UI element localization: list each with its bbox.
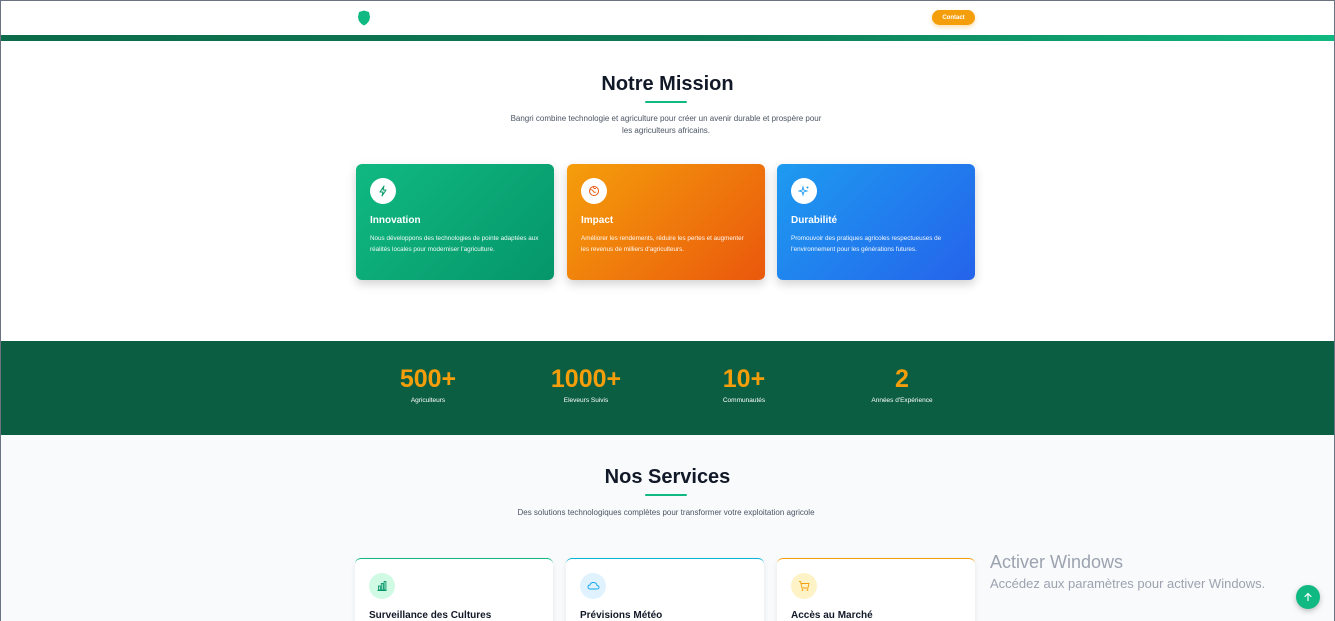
mission-subtitle: Bangri combine technologie et agricultur… [510,114,822,135]
card-text: Nous développons des technologies de poi… [370,235,539,253]
mission-title-underline [645,101,687,103]
stat-value: 1000+ [550,365,622,393]
windows-activation-watermark: Activer Windows Accédez aux paramètres p… [990,551,1265,593]
card-title: Durabilité [791,215,838,226]
card-text: Améliorer les rendements, réduire les pe… [581,235,744,253]
cart-icon [791,573,817,599]
bolt-icon [370,178,396,204]
shield-logo-icon[interactable] [357,10,371,26]
service-card-surveillance[interactable]: Surveillance des Cultures [355,558,553,621]
services-subtitle: Des solutions technologiques complètes p… [517,508,815,517]
services-title: Nos Services [604,466,731,488]
service-card-meteo[interactable]: Prévisions Météo [566,558,764,621]
service-title: Accès au Marché [791,610,873,621]
mission-card-durabilite: Durabilité Promouvoir des pratiques agri… [777,164,975,280]
stat-experience: 2 Années d'Expérience [822,365,982,404]
services-title-underline [645,494,687,496]
header-accent-bar [0,35,1335,41]
card-title: Innovation [370,215,421,226]
arrow-up-icon [1304,592,1312,602]
card-title: Impact [581,215,614,226]
stat-communautes: 10+ Communautés [664,365,824,404]
stat-value: 2 [895,365,909,393]
scroll-to-top-button[interactable] [1296,585,1320,609]
stat-label: Eleveurs Suivis [563,397,609,404]
bar-chart-icon [369,573,395,599]
service-title: Prévisions Météo [580,610,663,621]
mission-card-innovation: Innovation Nous développons des technolo… [356,164,554,280]
service-card-marche[interactable]: Accès au Marché [777,558,975,621]
watermark-title: Activer Windows [990,552,1124,572]
stat-eleveurs: 1000+ Eleveurs Suivis [506,365,666,404]
sparkle-icon [791,178,817,204]
contact-button[interactable]: Contact [932,10,975,25]
cloud-icon [580,573,606,599]
card-text: Promouvoir des pratiques agricoles respe… [791,235,942,253]
mission-title: Notre Mission [601,73,734,95]
mission-card-impact: Impact Améliorer les rendements, réduire… [567,164,765,280]
stat-value: 10+ [722,365,766,393]
stat-agriculteurs: 500+ Agriculteurs [348,365,508,404]
stat-value: 500+ [399,365,457,393]
watermark-subtitle: Accédez aux paramètres pour activer Wind… [990,576,1266,591]
stat-label: Agriculteurs [410,397,446,404]
stat-label: Années d'Expérience [871,397,933,404]
stat-label: Communautés [722,397,766,404]
stats-band: 500+ Agriculteurs 1000+ Eleveurs Suivis … [0,341,1335,435]
site-header: Contact [0,0,1335,35]
service-title: Surveillance des Cultures [369,610,492,621]
globe-icon [581,178,607,204]
